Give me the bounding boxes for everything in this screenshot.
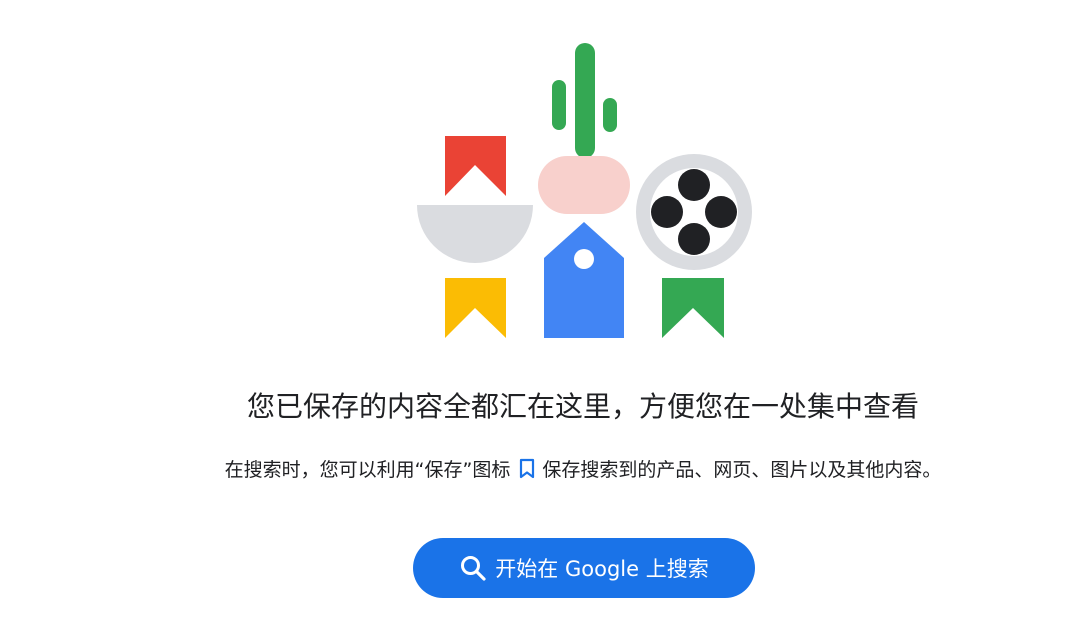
description-text-before: 在搜索时，您可以利用“保存”图标 (224, 459, 511, 481)
description-text-after: 保存搜索到的产品、网页、图片以及其他内容。 (542, 459, 942, 481)
yellow-flag-shape (445, 278, 506, 338)
blue-tag-shape (544, 222, 624, 338)
cactus-left-arm (552, 80, 566, 130)
bookmark-icon (518, 458, 536, 485)
saved-empty-state: 您已保存的内容全都汇在这里，方便您在一处集中查看 在搜索时，您可以利用“保存”图… (0, 0, 1080, 622)
film-reel-hole-left (651, 196, 683, 228)
film-reel-hole-right (705, 196, 737, 228)
film-reel-hole-top (678, 169, 710, 201)
blue-tag-hole (574, 249, 594, 269)
page-title: 您已保存的内容全都汇在这里，方便您在一处集中查看 (246, 390, 919, 423)
saved-items-illustration (417, 43, 752, 338)
red-flag-shape (445, 136, 506, 196)
pink-pot-shape (538, 156, 630, 214)
gray-bowl-shape (417, 205, 533, 263)
cactus-right-arm (603, 98, 617, 132)
cactus-stem (575, 43, 595, 158)
start-search-button[interactable]: 开始在 Google 上搜索 (413, 538, 755, 598)
film-reel-hole-bottom (678, 223, 710, 255)
search-icon (459, 554, 487, 582)
start-search-label: 开始在 Google 上搜索 (495, 557, 709, 581)
description: 在搜索时，您可以利用“保存”图标 保存搜索到的产品、网页、图片以及其他内容。 (0, 455, 1080, 485)
green-flag-shape (662, 278, 724, 338)
